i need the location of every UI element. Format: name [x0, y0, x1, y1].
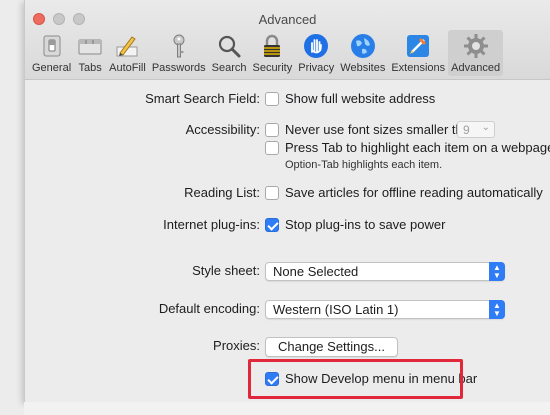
- window-bottom-edge: [24, 402, 550, 415]
- tab-websites-label: Websites: [340, 62, 386, 74]
- tab-search-label: Search: [211, 62, 247, 74]
- show-full-address-checkbox[interactable]: [265, 92, 279, 106]
- tab-autofill-label: AutoFill: [109, 62, 146, 74]
- proxies-row: Proxies: Change Settings...: [25, 337, 550, 357]
- tab-extensions[interactable]: Extensions: [388, 30, 448, 76]
- press-tab-row: Press Tab to highlight each item on a we…: [25, 139, 550, 159]
- advanced-settings-panel: Smart Search Field: Show full website ad…: [25, 81, 550, 402]
- chevron-down-icon: ⌄: [481, 122, 490, 133]
- tab-tabs[interactable]: Tabs: [74, 30, 106, 76]
- offline-reading-checkbox[interactable]: [265, 186, 279, 200]
- accessibility-row: Accessibility: Never use font sizes smal…: [25, 121, 550, 141]
- plugins-label: Internet plug-ins:: [163, 217, 260, 232]
- tab-general[interactable]: General: [29, 30, 74, 76]
- encoding-value: Western (ISO Latin 1): [273, 302, 399, 317]
- tabs-icon: [77, 33, 103, 59]
- window-title: Advanced: [258, 12, 317, 27]
- key-icon: [166, 33, 192, 59]
- min-font-size-select[interactable]: 9 ⌄: [457, 121, 495, 138]
- tab-advanced-label: Advanced: [451, 62, 501, 74]
- min-font-size-value: 9: [463, 123, 470, 137]
- tab-passwords[interactable]: Passwords: [149, 30, 209, 76]
- popup-arrows-icon: ▲ ▼: [489, 262, 505, 281]
- style-sheet-value: None Selected: [273, 264, 359, 279]
- tab-advanced[interactable]: Advanced: [448, 30, 504, 76]
- stop-plugins-text: Stop plug-ins to save power: [285, 217, 446, 232]
- min-font-size-text: Never use font sizes smaller than: [285, 122, 478, 137]
- tab-tabs-label: Tabs: [78, 62, 102, 74]
- press-tab-text: Press Tab to highlight each item on a we…: [285, 140, 550, 155]
- encoding-label: Default encoding:: [158, 301, 260, 316]
- title-bar: Advanced General Tabs AutoFill Passwords…: [25, 0, 550, 80]
- proxies-label: Proxies:: [213, 338, 260, 353]
- globe-icon: [350, 33, 376, 59]
- style-sheet-select[interactable]: None Selected ▲ ▼: [265, 262, 505, 281]
- gear-icon: [463, 33, 489, 59]
- tab-note-row: Option-Tab highlights each item.: [25, 157, 550, 177]
- popup-arrows-icon: ▲ ▼: [489, 300, 505, 319]
- tab-security[interactable]: Security: [249, 30, 295, 76]
- show-full-address-text: Show full website address: [285, 91, 436, 106]
- preferences-window: Advanced General Tabs AutoFill Passwords…: [24, 0, 550, 402]
- encoding-row: Default encoding: Western (ISO Latin 1) …: [25, 300, 550, 320]
- style-sheet-label: Style sheet:: [192, 263, 260, 278]
- develop-menu-row: Show Develop menu in menu bar: [25, 370, 550, 390]
- magnifier-icon: [216, 33, 242, 59]
- stop-plugins-checkbox[interactable]: [265, 218, 279, 232]
- reading-list-label: Reading List:: [184, 185, 260, 200]
- tab-extensions-label: Extensions: [391, 62, 446, 74]
- tab-websites[interactable]: Websites: [337, 30, 388, 76]
- plugins-row: Internet plug-ins: Stop plug-ins to save…: [25, 216, 550, 236]
- show-develop-menu-text: Show Develop menu in menu bar: [285, 371, 478, 386]
- smart-search-row: Smart Search Field: Show full website ad…: [25, 90, 550, 110]
- smart-search-label: Smart Search Field:: [145, 91, 260, 106]
- min-font-size-checkbox[interactable]: [265, 123, 279, 137]
- hand-icon: [303, 33, 329, 59]
- offline-reading-text: Save articles for offline reading automa…: [285, 185, 543, 200]
- tab-privacy[interactable]: Privacy: [295, 30, 337, 76]
- pencil-icon: [114, 33, 140, 59]
- tab-privacy-label: Privacy: [298, 62, 335, 74]
- tab-autofill[interactable]: AutoFill: [106, 30, 149, 76]
- tab-security-label: Security: [252, 62, 293, 74]
- padlock-icon: [259, 33, 285, 59]
- tab-search[interactable]: Search: [209, 30, 250, 76]
- press-tab-checkbox[interactable]: [265, 141, 279, 155]
- general-switch-icon: [39, 33, 65, 59]
- accessibility-label: Accessibility:: [185, 122, 260, 137]
- style-sheet-row: Style sheet: None Selected ▲ ▼: [25, 262, 550, 282]
- puzzle-icon: [405, 33, 431, 59]
- show-develop-menu-checkbox[interactable]: [265, 372, 279, 386]
- reading-list-row: Reading List: Save articles for offline …: [25, 184, 550, 204]
- option-tab-note: Option-Tab highlights each item.: [285, 159, 443, 171]
- encoding-select[interactable]: Western (ISO Latin 1) ▲ ▼: [265, 300, 505, 319]
- change-settings-button[interactable]: Change Settings...: [265, 337, 398, 357]
- tab-passwords-label: Passwords: [151, 62, 206, 74]
- tab-general-label: General: [32, 62, 72, 74]
- preferences-toolbar: General Tabs AutoFill Passwords Search S…: [29, 30, 504, 78]
